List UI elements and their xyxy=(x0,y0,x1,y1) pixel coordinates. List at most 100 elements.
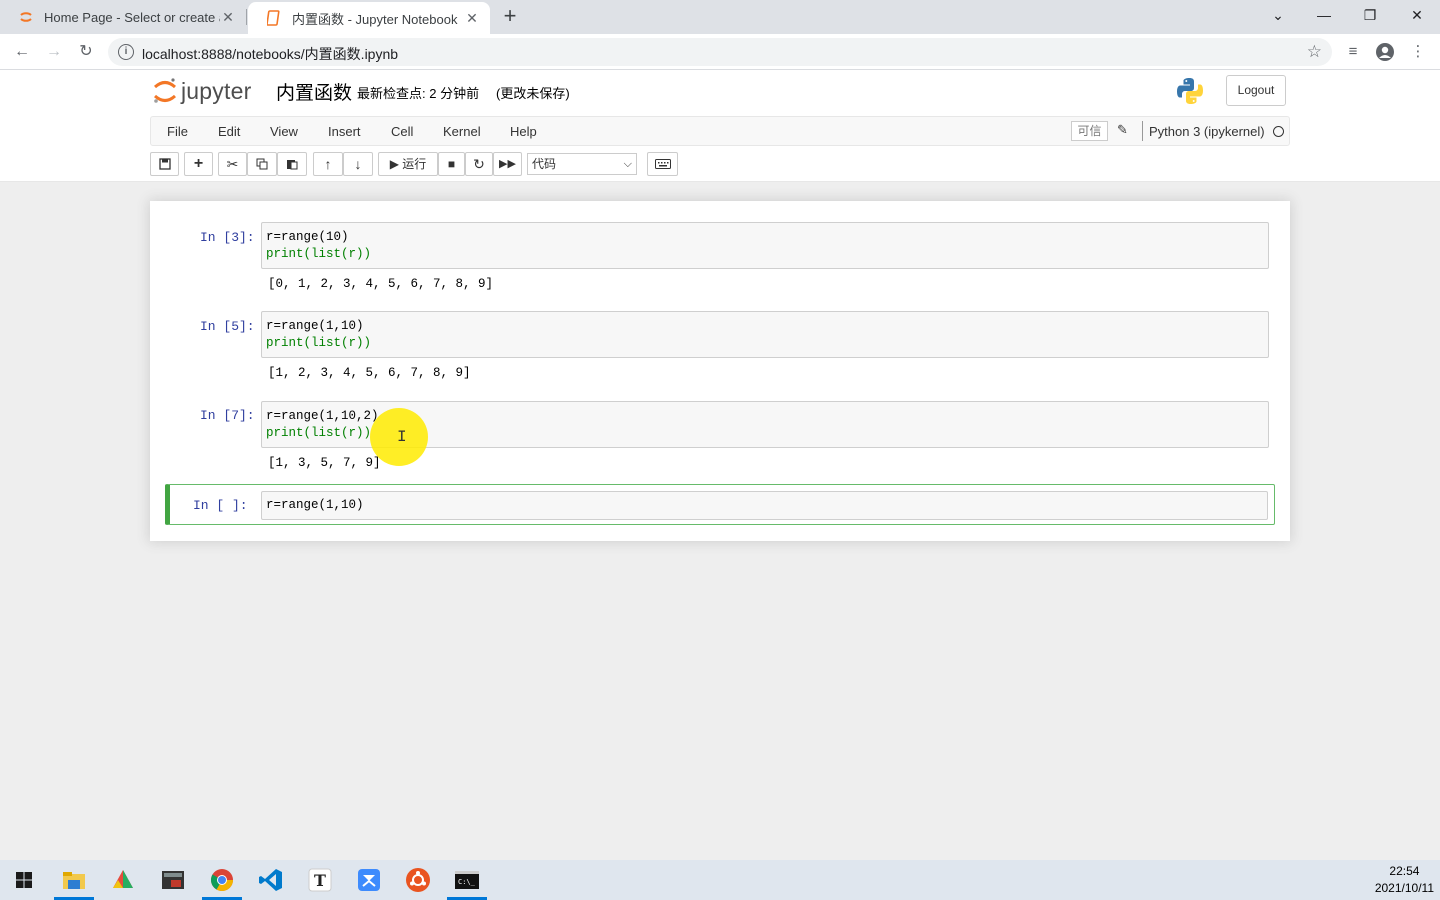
chevron-down-icon: ⌵ xyxy=(623,158,632,170)
tab-title: 内置函数 - Jupyter Notebook xyxy=(292,11,458,27)
bookmark-star-icon[interactable]: ☆ xyxy=(1307,42,1322,62)
clock-time: 22:54 xyxy=(1389,864,1420,878)
menu-help[interactable]: Help xyxy=(510,124,537,139)
menu-cell[interactable]: Cell xyxy=(391,124,413,139)
arrow-up-icon: ↑ xyxy=(324,156,332,172)
code-line: r=range(1,10,2) xyxy=(266,409,379,423)
menu-view[interactable]: View xyxy=(270,124,298,139)
save-button[interactable] xyxy=(150,152,179,176)
notebook-name[interactable]: 内置函数 xyxy=(276,78,352,105)
tab-notebook[interactable]: 内置函数 - Jupyter Notebook ✕ xyxy=(248,2,490,34)
forward-icon[interactable]: → xyxy=(42,40,66,64)
code-cell-input[interactable]: r=range(1,10) xyxy=(261,491,1268,520)
ubuntu-icon[interactable] xyxy=(404,866,432,894)
trusted-indicator[interactable]: 可信 xyxy=(1071,121,1108,141)
code-line: r=range(1,10) xyxy=(266,498,364,512)
menu-bar: File Edit View Insert Cell Kernel Help 可… xyxy=(150,116,1290,146)
cell-prompt: In [3]: xyxy=(200,230,255,245)
windows-start-icon[interactable] xyxy=(10,866,38,894)
tab-search-icon[interactable]: ⌄ xyxy=(1255,0,1301,30)
feishu-app-icon[interactable] xyxy=(355,866,383,894)
code-cell-input[interactable]: r=range(1,10) print(list(r)) xyxy=(261,311,1269,358)
paste-button[interactable] xyxy=(277,152,307,176)
arrow-down-icon: ↓ xyxy=(354,156,362,172)
cell-type-value: 代码 xyxy=(532,157,557,171)
file-explorer-icon[interactable] xyxy=(60,866,88,894)
notebook-favicon-icon xyxy=(266,10,282,26)
logout-button[interactable]: Logout xyxy=(1226,75,1286,106)
minimize-icon[interactable]: — xyxy=(1301,0,1347,30)
scissors-icon: ✂ xyxy=(226,156,239,172)
code-line: print(list(r)) xyxy=(266,336,372,350)
code-cell-input[interactable]: r=range(10) print(list(r)) xyxy=(261,222,1269,269)
text-cursor-icon: I xyxy=(397,428,407,446)
clock-date: 2021/10/11 xyxy=(1374,881,1434,895)
cell-prompt: In [7]: xyxy=(200,408,255,423)
taskbar: T C:\_ 22:54 2021/10/11 xyxy=(0,860,1440,900)
terminal-app-icon[interactable] xyxy=(159,866,187,894)
menu-kernel[interactable]: Kernel xyxy=(443,124,481,139)
cell-output: [1, 2, 3, 4, 5, 6, 7, 8, 9] xyxy=(268,366,471,380)
close-icon[interactable]: ✕ xyxy=(220,9,236,26)
kernel-divider xyxy=(1142,121,1143,141)
kernel-name[interactable]: Python 3 (ipykernel) xyxy=(1149,124,1265,139)
new-tab-button[interactable]: + xyxy=(498,5,522,29)
url-text[interactable]: localhost:8888/notebooks/内置函数.ipynb xyxy=(142,44,398,64)
move-down-button[interactable]: ↓ xyxy=(343,152,373,176)
menu-file[interactable]: File xyxy=(167,124,188,139)
paste-icon xyxy=(287,160,298,170)
typora-icon[interactable]: T xyxy=(306,866,334,894)
python-logo-icon xyxy=(1175,76,1205,106)
stop-icon: ■ xyxy=(447,157,456,171)
tab-home-page[interactable]: Home Page - Select or create a ✕ xyxy=(0,0,246,34)
save-icon xyxy=(158,158,171,170)
insert-cell-button[interactable]: + xyxy=(184,152,213,176)
tab-title: Home Page - Select or create a xyxy=(44,9,220,25)
back-icon[interactable]: ← xyxy=(10,40,34,64)
menu-edit[interactable]: Edit xyxy=(218,124,240,139)
copy-button[interactable] xyxy=(247,152,277,176)
reload-icon[interactable]: ↻ xyxy=(74,40,98,64)
system-clock[interactable]: 22:54 2021/10/11 xyxy=(1375,863,1434,897)
command-palette-button[interactable] xyxy=(647,152,678,176)
browser-menu-icon[interactable]: ⋮ xyxy=(1408,42,1428,62)
restart-kernel-button[interactable]: ↻ xyxy=(465,152,493,176)
chrome-icon[interactable] xyxy=(208,866,236,894)
move-up-button[interactable]: ↑ xyxy=(313,152,343,176)
run-button[interactable]: ▶ 运行 xyxy=(378,152,438,176)
checkpoint-status: 最新检查点: 2 分钟前 xyxy=(357,86,480,101)
code-line: r=range(10) xyxy=(266,230,349,244)
autosave-status: (更改未保存) xyxy=(496,86,570,101)
menu-insert[interactable]: Insert xyxy=(328,124,361,139)
vscode-icon[interactable] xyxy=(257,866,285,894)
play-icon: ▶ xyxy=(389,157,399,171)
run-label: 运行 xyxy=(402,157,427,171)
cell-output: [0, 1, 2, 3, 4, 5, 6, 7, 8, 9] xyxy=(268,277,494,291)
cell-type-select[interactable]: 代码 ⌵ xyxy=(527,153,637,175)
address-bar[interactable]: i localhost:8888/notebooks/内置函数.ipynb ☆ xyxy=(108,38,1332,66)
plus-icon: + xyxy=(193,155,204,172)
edit-mode-pencil-icon: ✎ xyxy=(1117,122,1128,137)
close-icon[interactable]: ✕ xyxy=(464,10,480,27)
profile-avatar-icon[interactable] xyxy=(1375,42,1395,62)
cut-button[interactable]: ✂ xyxy=(218,152,247,176)
browser-toolbar: ← → ↻ i localhost:8888/notebooks/内置函数.ip… xyxy=(0,34,1440,70)
colorful-app-icon[interactable] xyxy=(109,866,137,894)
cell-output: [1, 3, 5, 7, 9] xyxy=(268,456,381,470)
kernel-idle-indicator-icon xyxy=(1273,126,1284,137)
copy-icon xyxy=(256,158,268,170)
reading-list-icon[interactable]: ≡ xyxy=(1343,42,1363,62)
restore-icon[interactable]: ❐ xyxy=(1347,0,1393,30)
jupyter-favicon-icon xyxy=(18,9,34,25)
window-close-icon[interactable]: ✕ xyxy=(1394,0,1440,30)
site-info-icon[interactable]: i xyxy=(118,44,134,60)
jupyter-logo-icon xyxy=(153,78,177,103)
svg-text:T: T xyxy=(314,871,326,890)
restart-icon: ↻ xyxy=(473,156,485,172)
interrupt-button[interactable]: ■ xyxy=(438,152,465,176)
command-prompt-icon[interactable]: C:\_ xyxy=(453,866,481,894)
tab-divider xyxy=(246,9,247,25)
restart-run-all-button[interactable]: ▶▶ xyxy=(493,152,522,176)
jupyter-logo[interactable]: jupyter xyxy=(153,76,251,106)
code-line: r=range(1,10) xyxy=(266,319,364,333)
